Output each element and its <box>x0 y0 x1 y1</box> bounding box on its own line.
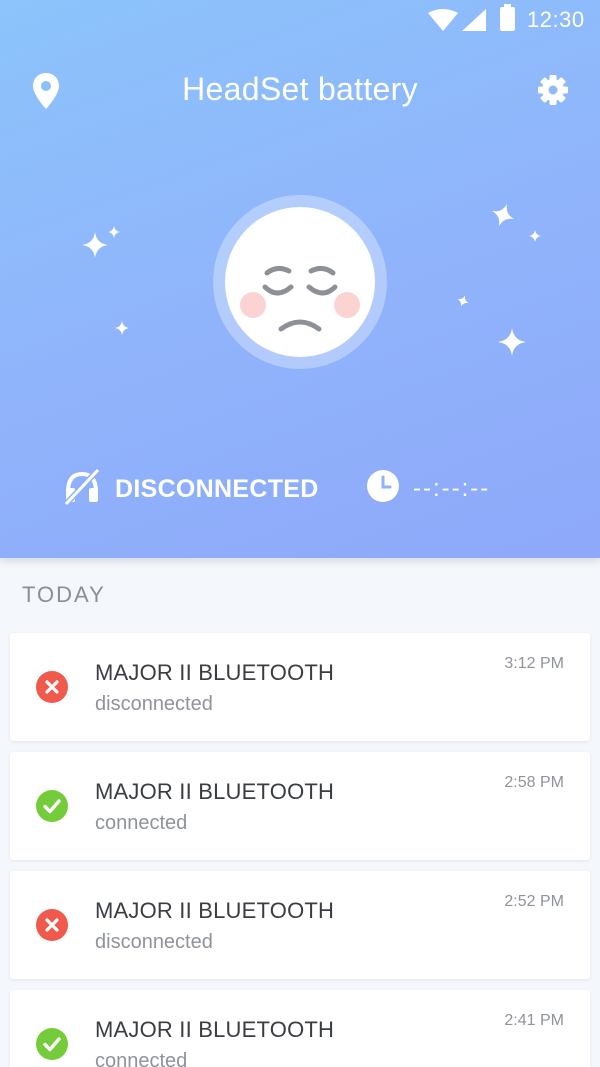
list-item[interactable]: MAJOR II BLUETOOTH connected 2:41 PM <box>10 990 590 1067</box>
sparkle-icon <box>457 295 469 307</box>
event-time: 2:52 PM <box>504 893 564 910</box>
event-time: 3:12 PM <box>504 655 564 672</box>
headset-off-icon <box>63 468 101 506</box>
event-state: connected <box>95 812 188 834</box>
connection-timer: --:--:-- <box>413 475 491 502</box>
device-name: MAJOR II BLUETOOTH <box>95 660 335 685</box>
sparkle-icon <box>491 203 515 227</box>
check-icon <box>36 790 68 822</box>
event-state: connected <box>95 1050 188 1067</box>
sad-face-icon <box>225 207 375 357</box>
battery-icon <box>500 4 515 31</box>
cellular-icon <box>462 9 486 31</box>
list-item[interactable]: MAJOR II BLUETOOTH connected 2:58 PM <box>10 752 590 860</box>
clock-icon <box>367 470 399 502</box>
connection-status: DISCONNECTED --:--:-- <box>0 465 600 511</box>
page-title: HeadSet battery <box>182 71 418 107</box>
app-bar: HeadSet battery <box>0 60 600 120</box>
sparkle-icon <box>108 226 120 238</box>
clock-time: 12:30 <box>527 7 585 32</box>
status-bar: 12:30 <box>0 0 600 40</box>
wifi-icon <box>428 9 458 31</box>
sparkle-icon <box>529 230 541 242</box>
error-icon <box>36 671 68 703</box>
header-hero: 12:30 HeadSet battery DISCONNECTED --:--… <box>0 0 600 558</box>
event-state: disconnected <box>95 931 213 953</box>
sad-face-drawing <box>240 265 360 332</box>
event-state: disconnected <box>95 693 213 715</box>
sparkle-icon <box>115 321 129 335</box>
connection-status-label: DISCONNECTED <box>115 475 319 503</box>
history-list: MAJOR II BLUETOOTH disconnected 3:12 PM … <box>10 633 590 1067</box>
event-time: 2:58 PM <box>504 774 564 791</box>
section-header-today: TODAY <box>22 582 106 607</box>
device-name: MAJOR II BLUETOOTH <box>95 898 335 923</box>
sparkle-icon <box>498 328 526 356</box>
error-icon <box>36 909 68 941</box>
gear-icon[interactable] <box>535 72 571 108</box>
list-item[interactable]: MAJOR II BLUETOOTH disconnected 3:12 PM <box>10 633 590 741</box>
check-icon <box>36 1028 68 1060</box>
device-name: MAJOR II BLUETOOTH <box>95 1017 335 1042</box>
device-name: MAJOR II BLUETOOTH <box>95 779 335 804</box>
list-item[interactable]: MAJOR II BLUETOOTH disconnected 2:52 PM <box>10 871 590 979</box>
face-ring <box>213 195 387 369</box>
event-time: 2:41 PM <box>504 1012 564 1029</box>
sparkle-icon <box>82 232 108 258</box>
